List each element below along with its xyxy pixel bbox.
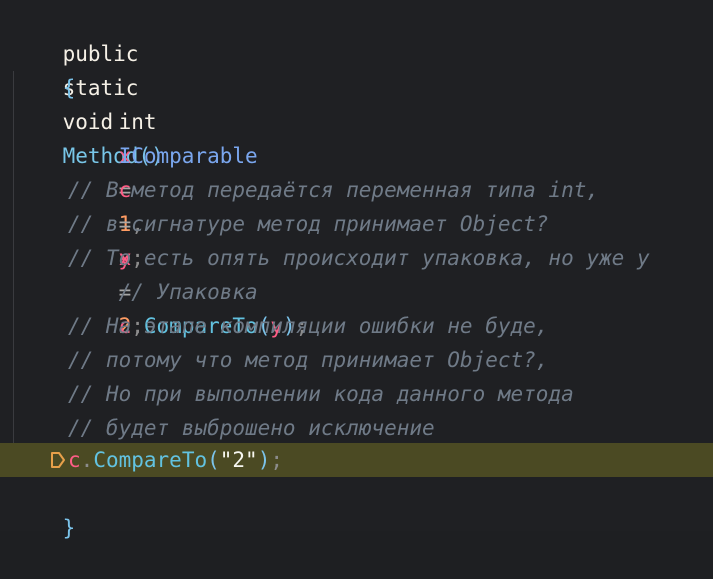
breakpoint-arrow-icon[interactable] [48,443,68,477]
code-line-int-decl[interactable]: int x = 1, y = 2; [68,71,157,338]
comment-line[interactable]: // будет выброшено исключение [68,411,435,445]
code-line-close-brace[interactable]: } [12,477,76,540]
highlighted-code: c.CompareTo("2"); [68,443,283,477]
method-compareto: CompareTo [93,448,208,472]
code-line-open-brace[interactable]: { [12,37,76,100]
type-icomparable: IComparable [118,144,258,168]
open-paren: ( [207,448,220,472]
comment-line[interactable]: // То есть опять происходит упаковка, но… [68,241,650,275]
var-c: c [68,448,81,472]
breakpoint-arrow-icon-svg [51,452,65,468]
code-editor[interactable]: public static void Method() { int x = 1,… [0,0,713,540]
code-line-icomparable[interactable]: IComparable c = x; // Упаковка [68,105,258,304]
comment-line[interactable]: // В метод передаётся переменная типа in… [68,173,599,207]
semicolon: ; [270,448,284,472]
code-line-compare-y[interactable]: c.CompareTo(y); [68,275,309,338]
comment-line[interactable]: // На этапе компиляции ошибки не буде, [68,309,548,343]
comment-line[interactable]: // потому что метод принимает Object?, [68,343,548,377]
comment-line[interactable]: // Но при выполнении кода данного метода [68,377,574,411]
close-brace: } [62,516,76,540]
string-literal: "2" [219,448,258,472]
dot: . [80,448,94,472]
code-line-highlighted[interactable]: c.CompareTo("2"); [0,443,713,477]
comment-line[interactable]: // в сигнатуре метод принимает Object? [68,207,548,241]
code-line-signature[interactable]: public static void Method() [12,3,164,168]
close-paren: ) [257,448,271,472]
